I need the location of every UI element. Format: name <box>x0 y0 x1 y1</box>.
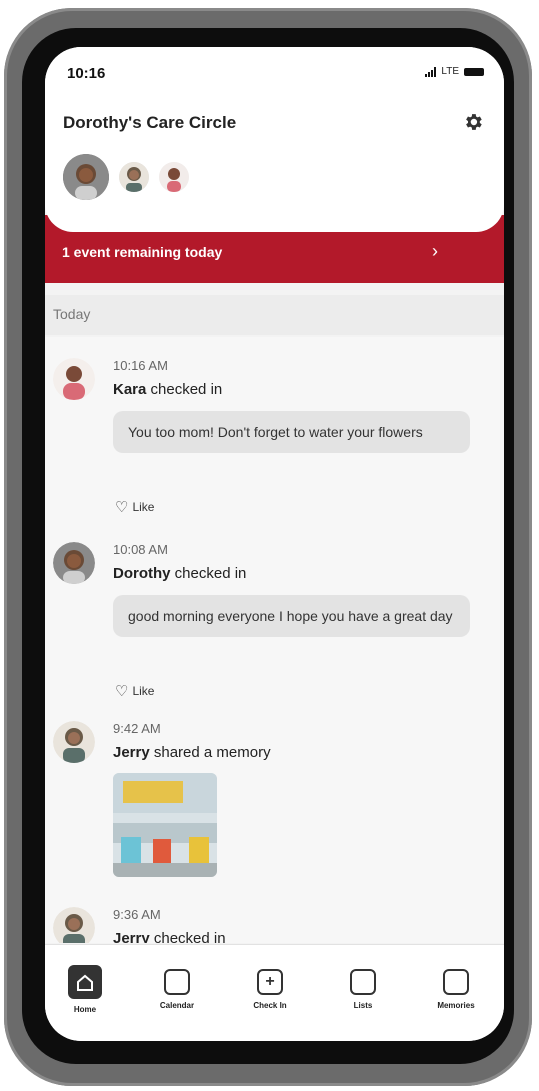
avatar[interactable] <box>53 542 95 584</box>
user-name: Kara <box>113 381 147 398</box>
app-screen: 10:16 LTE Dorothy's Care Circle 1 event … <box>45 47 504 1041</box>
activity-action: shared a memory <box>149 744 271 761</box>
tab-calendar[interactable]: Calendar <box>142 969 212 1010</box>
battery-icon <box>464 67 484 76</box>
banner-text: 1 event remaining today <box>62 244 223 260</box>
page-title: Dorothy's Care Circle <box>63 113 237 132</box>
activity-text: Jerry checked in <box>113 930 226 943</box>
section-header: Today <box>45 295 504 335</box>
avatar[interactable] <box>159 162 189 192</box>
tab-label: Calendar <box>159 1001 195 1010</box>
gear-icon[interactable] <box>462 111 484 133</box>
lists-icon <box>350 969 376 995</box>
avatar[interactable] <box>119 162 149 192</box>
memories-icon <box>443 969 469 995</box>
like-label: Like <box>132 500 155 514</box>
member-avatars <box>63 154 189 200</box>
tab-bar: Home Calendar + Check In Lists Memories <box>45 944 504 1041</box>
timestamp: 9:36 AM <box>113 907 161 922</box>
section-label: Today <box>53 306 91 322</box>
tab-label: Lists <box>353 1001 373 1010</box>
user-name: Dorothy <box>113 565 171 582</box>
timestamp: 9:42 AM <box>113 721 161 736</box>
avatar[interactable] <box>53 907 95 943</box>
tab-memories[interactable]: Memories <box>421 969 491 1010</box>
activity-text: Dorothy checked in <box>113 565 246 582</box>
tab-home[interactable]: Home <box>50 965 120 1014</box>
tab-label: Memories <box>437 1001 475 1010</box>
tab-label: Home <box>73 1005 97 1014</box>
like-button[interactable]: ♡ Like <box>115 682 154 700</box>
tab-check-in[interactable]: + Check In <box>235 969 305 1010</box>
message-bubble: You too mom! Don't forget to water your … <box>113 411 470 453</box>
like-button[interactable]: ♡ Like <box>115 498 154 516</box>
chevron-right-icon: › <box>432 241 438 261</box>
activity-text: Jerry shared a memory <box>113 744 271 761</box>
avatar[interactable] <box>63 154 109 200</box>
avatar[interactable] <box>53 358 95 400</box>
care-circle-header: Dorothy's Care Circle <box>45 97 504 232</box>
activity-action: checked in <box>170 565 247 582</box>
like-label: Like <box>132 684 155 698</box>
activity-feed: 10:16 AM Kara checked in You too mom! Do… <box>45 337 504 943</box>
tab-label: Check In <box>253 1001 287 1010</box>
activity-action: checked in <box>149 930 226 943</box>
activity-text: Kara checked in <box>113 381 222 398</box>
memory-photo[interactable] <box>113 773 217 877</box>
avatar[interactable] <box>53 721 95 763</box>
heart-icon: ♡ <box>115 499 129 516</box>
message-bubble: good morning everyone I hope you have a … <box>113 595 470 637</box>
signal-icon <box>425 66 437 77</box>
home-icon <box>68 965 102 999</box>
calendar-icon <box>164 969 190 995</box>
user-name: Jerry <box>113 930 150 943</box>
status-time: 10:16 <box>67 65 106 82</box>
heart-icon: ♡ <box>115 683 129 700</box>
network-label: LTE <box>441 66 459 77</box>
check-in-icon: + <box>257 969 283 995</box>
activity-action: checked in <box>146 381 223 398</box>
status-indicators: LTE <box>425 66 484 77</box>
user-name: Jerry <box>113 744 150 761</box>
timestamp: 10:08 AM <box>113 542 168 557</box>
tab-lists[interactable]: Lists <box>328 969 398 1010</box>
timestamp: 10:16 AM <box>113 358 168 373</box>
status-bar: 10:16 LTE <box>45 47 504 97</box>
